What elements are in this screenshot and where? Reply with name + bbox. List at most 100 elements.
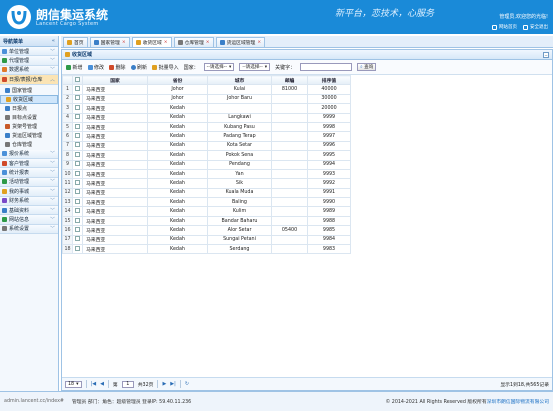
menu-item-icon — [6, 96, 11, 102]
collapse-sidebar-icon[interactable]: « — [52, 38, 55, 44]
sidebar-item[interactable]: 目标点设置 — [0, 113, 58, 122]
sidebar-group[interactable]: 客户管理 ﹀ — [0, 158, 58, 169]
col-header-country[interactable]: 国家 — [82, 74, 148, 86]
table-row[interactable]: 18 马来西亚 Kedah Serdang 9983 — [62, 244, 351, 255]
sidebar-item[interactable]: 收货区域 — [0, 94, 58, 104]
tab-icon — [177, 40, 183, 45]
table-row[interactable]: 14 马来西亚 Kedah Kulim 9989 — [62, 206, 351, 217]
table-row[interactable]: 5 马来西亚 Kedah Kubang Pasu 9998 — [62, 121, 351, 133]
sidebar-item[interactable]: 货架号管理 — [0, 122, 58, 131]
row-checkbox[interactable] — [72, 131, 83, 142]
select-all-checkbox[interactable] — [72, 74, 83, 86]
sidebar-group[interactable]: 财务系统 ﹀ — [0, 196, 58, 206]
sidebar-group[interactable]: 日报/表报/仓库 ︿ — [0, 75, 58, 85]
row-checkbox[interactable] — [72, 197, 83, 208]
table-row[interactable]: 16 马来西亚 Kedah Alor Setar 05400 9985 — [62, 225, 351, 236]
add-button[interactable]: 新增 — [66, 64, 83, 71]
data-table: 国家 省份 城市 邮编 排序值 1 马来西亚 Johor Kulai 81000 4000… — [62, 74, 351, 255]
table-row[interactable]: 12 马来西亚 Kedah Kuala Muda 9991 — [62, 187, 351, 199]
page-number-input[interactable]: 1 — [121, 380, 134, 388]
row-checkbox[interactable] — [72, 121, 83, 133]
reload-button[interactable]: ↻ — [185, 381, 189, 387]
sidebar-item-label: 货运区域管理 — [12, 132, 43, 139]
row-checkbox[interactable] — [72, 93, 83, 105]
sidebar-group[interactable]: 基础资料 ﹀ — [0, 205, 58, 216]
panel-collapse-button[interactable]: − — [543, 51, 549, 58]
table-row[interactable]: 7 马来西亚 Kedah Kota Setar 9996 — [62, 140, 351, 152]
table-row[interactable]: 10 马来西亚 Kedah Yan 9993 — [62, 168, 351, 180]
delete-button[interactable]: 删除 — [109, 64, 126, 71]
next-page-button[interactable]: ▶ — [162, 381, 166, 387]
row-checkbox[interactable] — [72, 112, 83, 123]
close-icon[interactable]: × — [122, 40, 126, 45]
last-page-button[interactable]: ▶| — [170, 381, 176, 387]
tab[interactable]: 仓库管理 × — [173, 37, 214, 47]
table-row[interactable]: 9 马来西亚 Kedah Pendang 9994 — [62, 159, 351, 170]
row-checkbox[interactable] — [72, 215, 83, 227]
table-row[interactable]: 2 马来西亚 Johor Johor Baru 30000 — [62, 93, 351, 105]
row-checkbox[interactable] — [72, 187, 83, 199]
row-checkbox[interactable] — [72, 140, 83, 152]
tab[interactable]: 首页 — [63, 37, 88, 47]
cell-country: 马来西亚 — [82, 206, 148, 217]
col-header-zip[interactable]: 邮编 — [271, 74, 308, 86]
col-header-province[interactable]: 省份 — [147, 74, 208, 86]
table-row[interactable]: 15 马来西亚 Kedah Bandar Baharu 9988 — [62, 215, 351, 227]
sidebar-item[interactable]: 日报点 — [0, 104, 58, 113]
state-select[interactable]: --请选择-- ▾ — [239, 63, 271, 71]
sidebar-group[interactable]: 活动管理 ﹀ — [0, 177, 58, 188]
tab[interactable]: 国家管理 × — [89, 37, 130, 47]
row-checkbox[interactable] — [72, 206, 83, 217]
import-button[interactable]: 批量导入 — [152, 64, 179, 71]
table-row[interactable]: 1 马来西亚 Johor Kulai 81000 40000 — [62, 84, 351, 95]
welcome-text: 管理员,欢迎您的光临! — [499, 14, 548, 20]
table-row[interactable]: 11 马来西亚 Kedah Sik 9992 — [62, 178, 351, 189]
sidebar-item[interactable]: 国家管理 — [0, 86, 58, 95]
sidebar-group[interactable]: 我的事城 ﹀ — [0, 187, 58, 197]
cell-city: Baling — [207, 197, 272, 208]
row-index: 13 — [62, 197, 73, 208]
sidebar-group[interactable]: 代理管理 ﹀ — [0, 56, 58, 66]
tab[interactable]: 货运区域管理 × — [215, 37, 266, 47]
sidebar-group[interactable]: 单位管理 ﹀ — [0, 47, 58, 57]
close-icon[interactable]: × — [257, 40, 261, 45]
table-row[interactable]: 6 马来西亚 Kedah Padang Terap 9997 — [62, 131, 351, 142]
row-checkbox[interactable] — [72, 150, 83, 161]
row-checkbox[interactable] — [72, 168, 83, 180]
sidebar-group[interactable]: 数据系统 ﹀ — [0, 65, 58, 76]
row-checkbox[interactable] — [72, 178, 83, 189]
close-icon[interactable]: × — [164, 40, 168, 45]
table-row[interactable]: 3 马来西亚 Kedah 20000 — [62, 103, 351, 114]
tab[interactable]: 收货区域 × — [131, 37, 172, 47]
country-select[interactable]: --请选择-- ▾ — [203, 63, 235, 71]
sidebar-group[interactable]: 网站信息 ﹀ — [0, 215, 58, 225]
row-checkbox[interactable] — [72, 84, 83, 95]
sidebar-group[interactable]: 统计报表 ﹀ — [0, 168, 58, 178]
first-page-button[interactable]: |◀ — [91, 381, 97, 387]
sidebar-group[interactable]: 报价系统 ﹀ — [0, 149, 58, 159]
row-checkbox[interactable] — [72, 159, 83, 170]
table-row[interactable]: 13 马来西亚 Kedah Baling 9990 — [62, 197, 351, 208]
sidebar-item[interactable]: 货运区域管理 — [0, 131, 58, 140]
query-button[interactable]: ⌕ 查询 — [357, 63, 377, 71]
col-header-city[interactable]: 城市 — [207, 74, 272, 86]
refresh-button[interactable]: 刷新 — [130, 64, 147, 71]
col-header-sort[interactable]: 排序值 — [307, 74, 351, 86]
keyword-input[interactable] — [300, 63, 353, 71]
table-row[interactable]: 8 马来西亚 Kedah Pokok Sena 9995 — [62, 150, 351, 161]
sidebar-item[interactable]: 仓库管理 — [0, 140, 58, 149]
logout-link[interactable]: 安全退出 — [523, 24, 548, 30]
page-size-select[interactable]: 18 ▾ — [65, 380, 82, 388]
company-link[interactable]: 深圳市朗信国际物流有限公司 — [487, 398, 549, 405]
home-link[interactable]: 网站首页 — [492, 24, 517, 30]
row-checkbox[interactable] — [72, 234, 83, 246]
table-row[interactable]: 17 马来西亚 Kedah Sungai Petani 9984 — [62, 234, 351, 246]
sidebar-group[interactable]: 系统设置 ﹀ — [0, 224, 58, 235]
close-icon[interactable]: × — [206, 40, 210, 45]
table-row[interactable]: 4 马来西亚 Kedah Langkawi 9999 — [62, 112, 351, 123]
prev-page-button[interactable]: ◀ — [100, 381, 104, 387]
edit-button[interactable]: 修改 — [87, 64, 104, 71]
row-checkbox[interactable] — [72, 244, 83, 255]
row-checkbox[interactable] — [72, 225, 83, 236]
row-checkbox[interactable] — [72, 103, 83, 114]
